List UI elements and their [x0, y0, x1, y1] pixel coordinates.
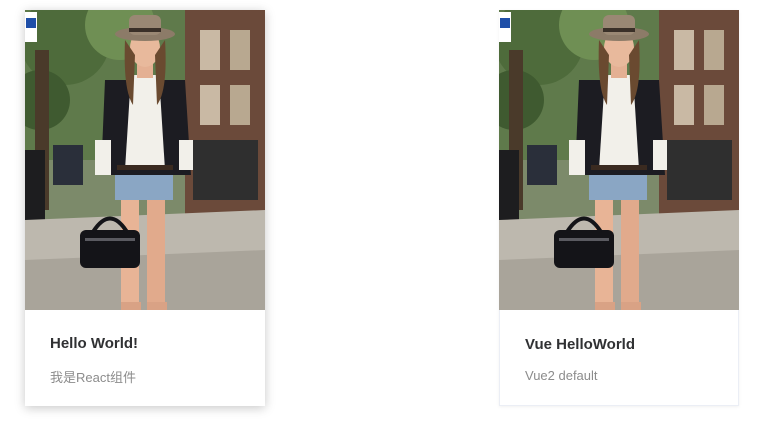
card-body: Hello World! 我是React组件	[25, 310, 265, 406]
card-body: Vue HelloWorld Vue2 default	[500, 311, 740, 407]
page: Hello World! 我是React组件 Vue HelloWorld Vu…	[0, 0, 762, 429]
card-description: Vue2 default	[525, 368, 598, 383]
card-image	[25, 10, 265, 310]
card-title: Hello World!	[50, 335, 139, 352]
vue-hello-card[interactable]: Vue HelloWorld Vue2 default	[499, 10, 739, 406]
react-hello-card[interactable]: Hello World! 我是React组件	[25, 10, 265, 406]
card-description: 我是React组件	[50, 370, 136, 385]
card-image	[499, 10, 739, 310]
card-title: Vue HelloWorld	[525, 336, 636, 353]
